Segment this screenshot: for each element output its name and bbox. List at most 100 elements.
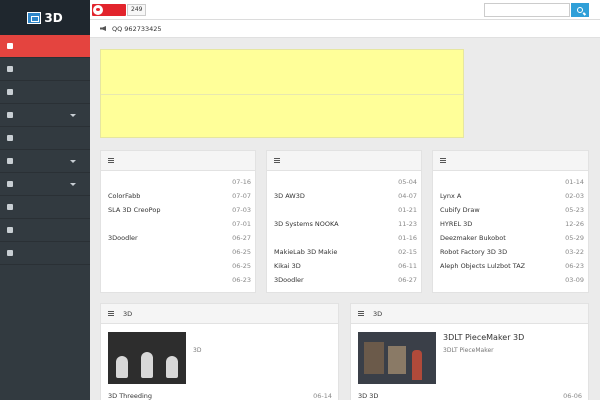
list-item[interactable] <box>440 178 560 190</box>
list-icon <box>440 158 446 163</box>
sidebar-item-forum[interactable] <box>0 196 90 219</box>
list-item-date: 04-07 <box>398 192 417 200</box>
panel-header <box>101 151 255 171</box>
list-icon <box>7 89 13 95</box>
search-input[interactable] <box>484 3 570 17</box>
article-panel-1: 3D 3D 3D Threeding 06-14 <box>100 303 339 400</box>
list-item-date: 02-03 <box>565 192 584 200</box>
notice-text: QQ 962733425 <box>112 24 162 33</box>
weibo-follow-button[interactable] <box>92 4 126 16</box>
list-item-date: 01-16 <box>398 234 417 242</box>
sidebar-item-software[interactable] <box>0 104 90 127</box>
article-panel-2: 3D 3DLT PieceMaker 3D 3DLT PieceMaker 3D… <box>350 303 589 400</box>
megaphone-icon <box>100 26 106 31</box>
list-item-date: 02-15 <box>398 248 417 256</box>
list-item[interactable]: Robot Factory 3D 3D <box>440 248 560 260</box>
list-icon <box>108 311 114 316</box>
list-item-date: 05-04 <box>398 178 417 186</box>
follower-count: 249 <box>127 4 147 16</box>
article-thumbnail[interactable] <box>358 332 436 384</box>
list-item[interactable]: Cubify Draw <box>440 206 560 218</box>
sidebar-item-printers[interactable] <box>0 81 90 104</box>
list-icon <box>108 158 114 163</box>
list-item[interactable] <box>108 178 228 190</box>
list-item-date: 01-21 <box>398 206 417 214</box>
list-item[interactable]: 3D Threeding <box>108 392 278 400</box>
list-item[interactable]: HYREL 3D <box>440 220 560 232</box>
list-item[interactable]: 3D Systems NOOKA <box>274 220 394 232</box>
home-icon <box>7 43 13 49</box>
news-panel-3: 01-14 Lynx A 02-03 Cubify Draw 05-23 HYR… <box>432 150 589 293</box>
list-item[interactable]: MakieLab 3D Makie <box>274 248 394 260</box>
list-item[interactable]: 3Doodler <box>108 234 228 246</box>
search-button[interactable] <box>571 3 589 17</box>
list-item-date: 06-25 <box>232 262 251 270</box>
site-logo[interactable]: 3D <box>0 0 90 35</box>
shelf-shape <box>364 342 384 374</box>
list-item-date: 06-23 <box>232 276 251 284</box>
sidebar-nav <box>0 35 90 400</box>
panel-header: 3D <box>351 304 588 324</box>
sidebar-item-home[interactable] <box>0 35 90 58</box>
list-item-date: 06-11 <box>398 262 417 270</box>
ad-banner[interactable] <box>100 49 464 138</box>
list-item-date: 03-22 <box>565 248 584 256</box>
list-item-date: 07-16 <box>232 178 251 186</box>
bust-figure <box>141 352 153 378</box>
list-item[interactable]: Aleph Objects Lulzbot TAZ <box>440 262 560 274</box>
panel-title: 3D <box>123 309 133 318</box>
list-item[interactable]: Kikai 3D <box>274 262 394 274</box>
list-item-date: 07-07 <box>232 192 251 200</box>
panel-header <box>267 151 421 171</box>
article-thumbnail[interactable] <box>108 332 186 384</box>
list-item[interactable] <box>108 262 228 274</box>
list-item-date: 07-03 <box>232 206 251 214</box>
list-item-date: 12-26 <box>565 220 584 228</box>
list-item-date: 05-29 <box>565 234 584 242</box>
list-icon <box>7 112 13 118</box>
list-item[interactable] <box>108 276 228 288</box>
news-panel-2: 05-04 3D AW3D 04-07 01-21 3D Systems NOO… <box>266 150 422 293</box>
plus-icon <box>7 227 13 233</box>
shelf-shape <box>388 346 406 374</box>
list-item[interactable] <box>274 234 394 246</box>
bust-figure <box>166 356 178 378</box>
list-item[interactable] <box>440 276 560 288</box>
logo-text: 3D <box>44 10 63 25</box>
list-item[interactable]: SLA 3D CreoPop <box>108 206 228 218</box>
chevron-down-icon <box>70 160 76 163</box>
list-item[interactable]: 3D 3D <box>358 392 528 400</box>
logo-cube-icon <box>27 11 42 24</box>
banner-divider <box>101 94 463 95</box>
weibo-icon <box>93 5 103 15</box>
info-icon <box>7 250 13 256</box>
sidebar-item-about[interactable] <box>0 242 90 265</box>
bust-figure <box>116 356 128 378</box>
search-icon <box>577 7 583 13</box>
sidebar-item-news[interactable] <box>0 58 90 81</box>
sidebar-item-downloads[interactable] <box>0 127 90 150</box>
notice-bar: QQ 962733425 <box>90 20 600 38</box>
list-item-date: 03-09 <box>565 276 584 284</box>
list-item-date: 11-23 <box>398 220 417 228</box>
panel-header <box>433 151 588 171</box>
sidebar-item-submit[interactable] <box>0 219 90 242</box>
list-item[interactable] <box>274 178 394 190</box>
list-item[interactable] <box>108 248 228 260</box>
article-summary: 3DLT PieceMaker <box>443 347 494 354</box>
list-item-date: 06-25 <box>232 248 251 256</box>
list-item[interactable]: 3Doodler <box>274 276 394 288</box>
list-item-date: 05-23 <box>565 206 584 214</box>
list-item[interactable]: ColorFabb <box>108 192 228 204</box>
chevron-down-icon <box>70 183 76 186</box>
list-item[interactable]: Deezmaker Bukobot <box>440 234 560 246</box>
list-item-date: 06-06 <box>563 392 582 400</box>
list-icon <box>358 311 364 316</box>
sidebar-item-users[interactable] <box>0 150 90 173</box>
list-item[interactable]: Lynx A <box>440 192 560 204</box>
sidebar-item-models[interactable] <box>0 173 90 196</box>
list-item[interactable] <box>108 220 228 232</box>
article-headline[interactable]: 3DLT PieceMaker 3D <box>443 333 583 342</box>
list-item[interactable] <box>274 206 394 218</box>
list-item[interactable]: 3D AW3D <box>274 192 394 204</box>
